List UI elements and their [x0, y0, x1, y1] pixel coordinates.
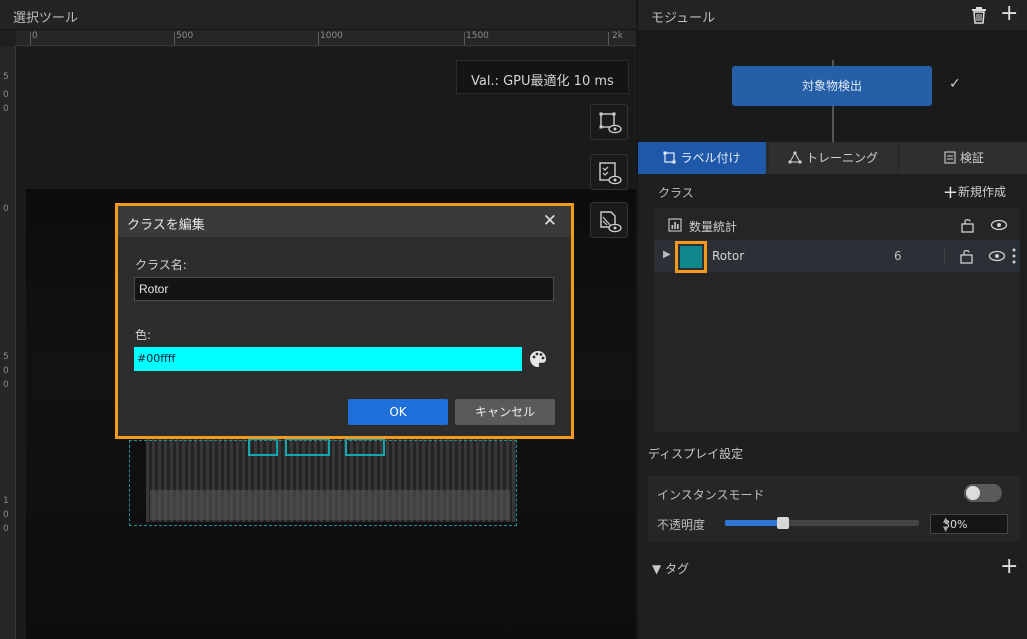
class-color-swatch[interactable]: [680, 246, 702, 268]
ruler-label: 5: [3, 72, 9, 82]
class-section-header: クラス +新規作成: [638, 174, 1027, 208]
validation-text: Val.: GPU最適化 10 ms: [471, 74, 614, 89]
bbox-eye-icon: [599, 112, 622, 134]
module-tabs: ラベル付け トレーニング 検証: [638, 142, 1027, 174]
color-value-field[interactable]: #00ffff: [134, 347, 522, 371]
edit-class-dialog: クラスを編集 ✕ クラス名: 色: #00ffff OK キャンセル: [115, 203, 574, 439]
ruler-label: 0: [32, 31, 38, 41]
instance-mode-label: インスタンスモード: [657, 488, 765, 502]
network-icon: [788, 151, 802, 164]
ruler-tick: [318, 32, 319, 45]
ruler-left: 5 0 0 0 5 0 0 1 0 0: [0, 46, 16, 639]
add-tag-icon[interactable]: +: [1000, 556, 1018, 578]
expand-arrow-icon[interactable]: ▶: [663, 249, 671, 260]
object-detection-module-button[interactable]: 対象物検出: [732, 66, 932, 106]
tag-section-header[interactable]: ▼ タグ: [652, 560, 689, 577]
bbox-visibility-button[interactable]: [590, 104, 628, 140]
tab-training[interactable]: トレーニング: [769, 142, 897, 174]
tab-labeling[interactable]: ラベル付け: [638, 142, 766, 174]
instance-mode-toggle[interactable]: [964, 484, 1002, 502]
opacity-input[interactable]: 30% ▲ ▼: [930, 514, 1008, 534]
module-header: モジュール +: [638, 0, 1027, 30]
ruler-tick: [30, 32, 31, 45]
quantity-stats-label: 数量統計: [689, 220, 738, 234]
opacity-label: 不透明度: [657, 518, 706, 532]
ruler-label: 1000: [320, 31, 343, 41]
ruler-label: 0: [3, 90, 9, 100]
ruler-label: 0: [3, 204, 9, 214]
cancel-button[interactable]: キャンセル: [455, 399, 555, 425]
module-flow-area: 対象物検出 ✓: [638, 30, 1027, 144]
eye-icon[interactable]: [990, 218, 1008, 232]
class-row-rotor[interactable]: ▶ Rotor 6: [654, 240, 1020, 273]
class-count: 6: [894, 249, 902, 263]
validation-badge: Val.: GPU最適化 10 ms: [456, 60, 629, 94]
pane-title: 選択ツール: [13, 11, 79, 26]
ruler-label: 0: [3, 524, 9, 534]
new-class-label: 新規作成: [957, 185, 1006, 199]
opacity-slider[interactable]: [725, 517, 919, 529]
color-hex-text: #00ffff: [137, 352, 176, 365]
checklist-icon: [944, 151, 956, 164]
tab-verification-label: 検証: [959, 151, 984, 165]
ruler-tick: [608, 32, 609, 45]
tab-labeling-label: ラベル付け: [680, 151, 741, 165]
class-name-input[interactable]: [134, 277, 554, 301]
opacity-slider-handle[interactable]: [777, 517, 790, 529]
opacity-slider-fill: [725, 520, 784, 526]
palette-icon[interactable]: [528, 349, 548, 369]
class-list: 数量統計 ▶ Rotor 6: [654, 208, 1020, 432]
checklist-visibility-button[interactable]: [590, 154, 628, 190]
bar-chart-icon: [668, 218, 682, 232]
ruler-label: 0: [3, 366, 9, 376]
class-color-swatch-frame[interactable]: [675, 241, 707, 273]
quantity-stats-row[interactable]: 数量統計: [654, 212, 1020, 238]
close-icon[interactable]: ✕: [543, 211, 557, 231]
ruler-top: 0 500 1000 1500 2k: [16, 30, 636, 46]
mask-eye-icon: [600, 211, 622, 233]
ruler-label: 1: [3, 496, 9, 506]
display-settings-box: インスタンスモード 不透明度 30% ▲ ▼: [648, 476, 1020, 542]
class-name-label: クラス名:: [135, 258, 187, 272]
display-settings-title: ディスプレイ設定: [648, 447, 744, 461]
roi-dashed-box[interactable]: [129, 440, 517, 526]
spin-up-icon[interactable]: ▲: [943, 516, 1005, 524]
module-title: モジュール: [651, 11, 716, 26]
ruler-label: 500: [176, 31, 194, 41]
selection-tool-pane: 選択ツール 0 500 1000 1500 2k 5 0 0 0 5 0 0 1…: [0, 0, 636, 639]
mask-visibility-button[interactable]: [590, 202, 628, 238]
unlock-icon[interactable]: [959, 248, 975, 264]
add-module-icon[interactable]: +: [1000, 3, 1018, 25]
dialog-title: クラスを編集: [127, 218, 205, 233]
trash-icon[interactable]: [970, 6, 988, 24]
checklist-eye-icon: [599, 162, 622, 185]
color-label: 色:: [135, 328, 152, 342]
tab-training-label: トレーニング: [805, 151, 878, 165]
class-name: Rotor: [712, 249, 745, 263]
pane-title-bar: 選択ツール: [0, 0, 636, 30]
ruler-tick: [174, 32, 175, 45]
ok-button[interactable]: OK: [348, 399, 448, 425]
new-class-button[interactable]: +新規作成: [943, 182, 1006, 203]
module-pane: モジュール + 対象物検出 ✓ ラベル付け トレーニング 検証 クラス +新規作…: [637, 0, 1027, 639]
class-section-title: クラス: [658, 186, 694, 200]
unlock-icon[interactable]: [960, 217, 976, 233]
ruler-label: 0: [3, 104, 9, 114]
ruler-label: 0: [3, 510, 9, 520]
ruler-label: 1500: [466, 31, 489, 41]
eye-icon[interactable]: [988, 249, 1006, 263]
check-icon: ✓: [949, 76, 961, 92]
ruler-label: 2k: [612, 31, 623, 41]
labeling-icon: [663, 151, 676, 164]
tab-verification[interactable]: 検証: [900, 142, 1027, 174]
ruler-tick: [464, 32, 465, 45]
plus-icon: +: [942, 182, 958, 203]
dialog-header: クラスを編集 ✕: [118, 206, 571, 237]
more-vertical-icon[interactable]: [1012, 248, 1016, 264]
ruler-label: 5: [3, 352, 9, 362]
ruler-label: 0: [3, 380, 9, 390]
spin-down-icon[interactable]: ▼: [943, 525, 1005, 533]
divider: [944, 248, 945, 264]
